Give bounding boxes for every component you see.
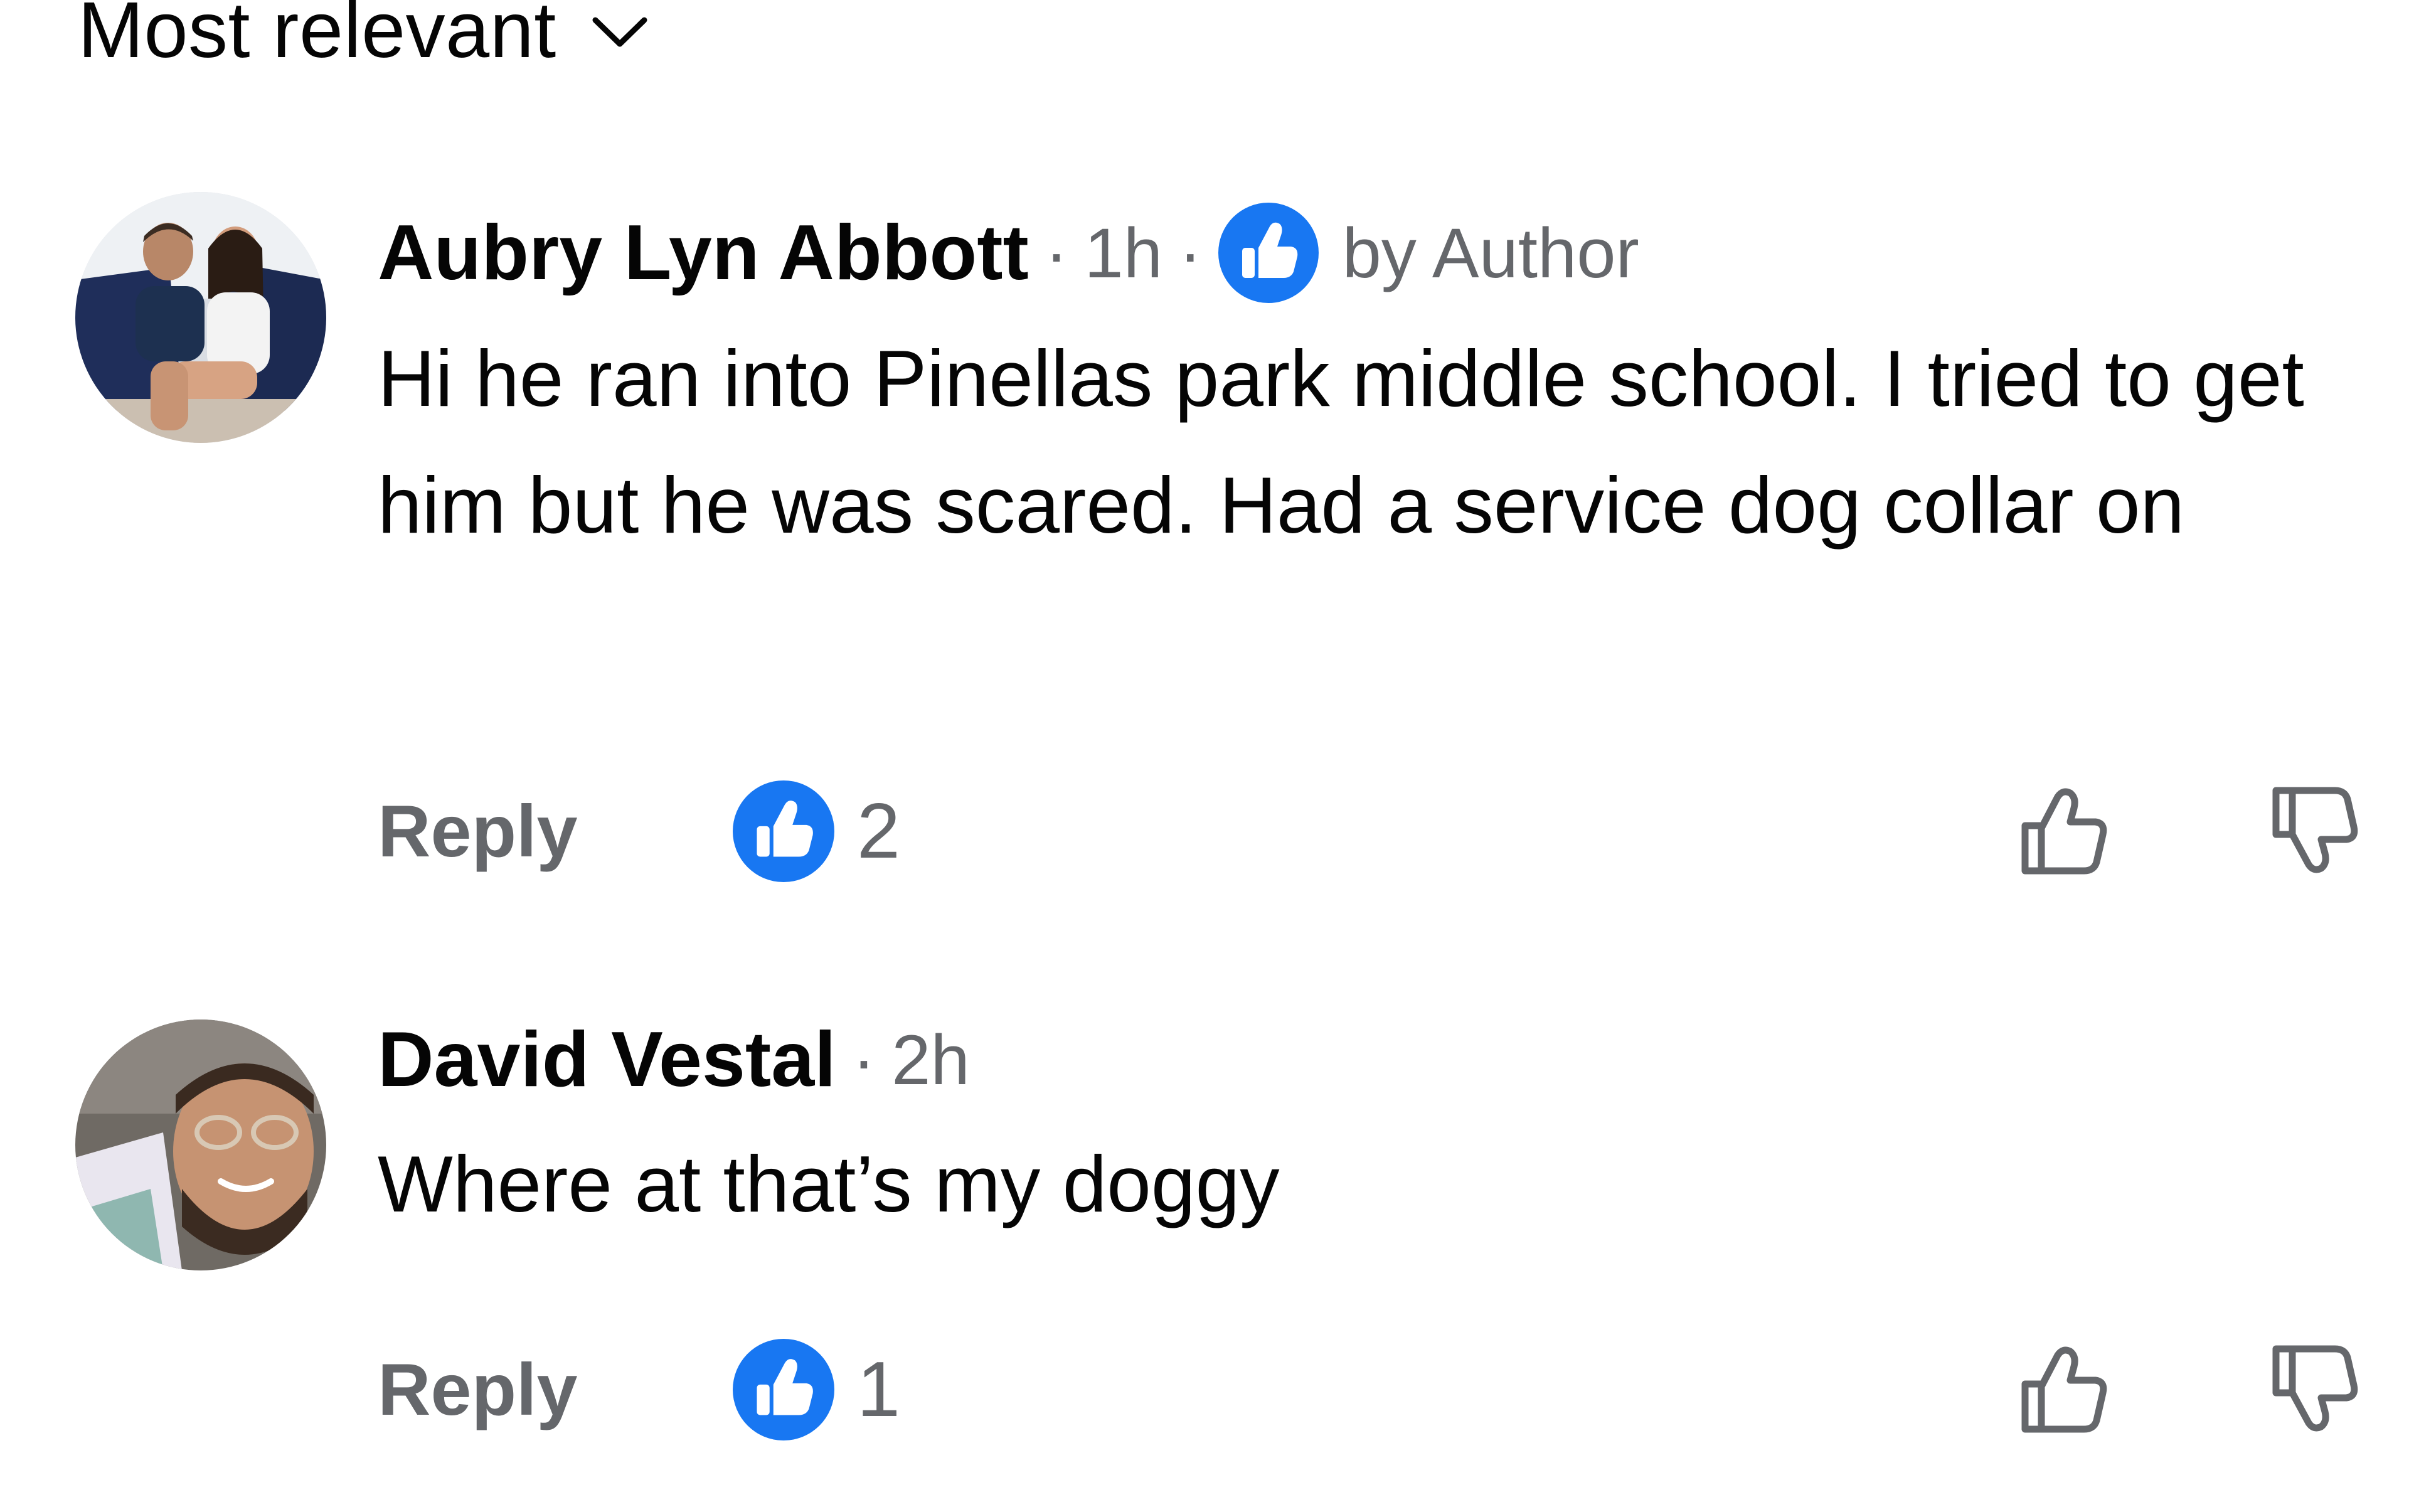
thumbs-down-outline-icon bbox=[2272, 1345, 2358, 1432]
thumbs-up-badge-icon bbox=[733, 1339, 834, 1440]
thumbs-up-badge-icon bbox=[1218, 203, 1319, 303]
comment-time[interactable]: 2h bbox=[891, 1020, 970, 1100]
comment-actions: Reply 1 bbox=[0, 1336, 2409, 1443]
upvote-button[interactable] bbox=[2010, 1336, 2117, 1443]
reply-button[interactable]: Reply bbox=[378, 1336, 578, 1443]
reply-button[interactable]: Reply bbox=[378, 778, 578, 885]
sort-dropdown[interactable]: Most relevant bbox=[78, 0, 648, 74]
downvote-button[interactable] bbox=[2261, 1336, 2368, 1443]
avatar[interactable] bbox=[75, 1020, 326, 1270]
chevron-down-icon bbox=[592, 14, 648, 51]
comment-actions: Reply 2 bbox=[0, 778, 2409, 885]
thumbs-up-outline-icon bbox=[2021, 788, 2107, 875]
author-name[interactable]: David Vestal bbox=[378, 1015, 836, 1104]
downvote-button[interactable] bbox=[2261, 778, 2368, 885]
comment-text: Hi he ran into Pinellas park middle scho… bbox=[378, 334, 2304, 550]
comment-time[interactable]: 1h bbox=[1084, 213, 1162, 294]
avatar[interactable] bbox=[75, 192, 326, 443]
comment-meta: David Vestal · 2h bbox=[378, 1013, 970, 1107]
comment-text: Where at that’s my doggy bbox=[378, 1139, 1280, 1228]
meta-separator: · bbox=[1045, 214, 1068, 292]
meta-separator: · bbox=[1179, 214, 1202, 292]
reaction-count: 2 bbox=[857, 788, 900, 875]
comment-meta: Aubry Lyn Abbott · 1h · by Author bbox=[378, 203, 1639, 303]
upvote-button[interactable] bbox=[2010, 778, 2117, 885]
meta-separator: · bbox=[852, 1021, 876, 1099]
reaction-count: 1 bbox=[857, 1346, 900, 1433]
reaction-summary[interactable]: 2 bbox=[733, 778, 900, 885]
reaction-summary[interactable]: 1 bbox=[733, 1336, 900, 1443]
sort-label: Most relevant bbox=[78, 0, 556, 74]
thumbs-down-outline-icon bbox=[2272, 787, 2358, 873]
author-name[interactable]: Aubry Lyn Abbott bbox=[378, 208, 1029, 297]
thumbs-up-outline-icon bbox=[2021, 1346, 2107, 1433]
thumbs-up-badge-icon bbox=[733, 780, 834, 882]
author-badge-label: by Author bbox=[1342, 213, 1639, 292]
